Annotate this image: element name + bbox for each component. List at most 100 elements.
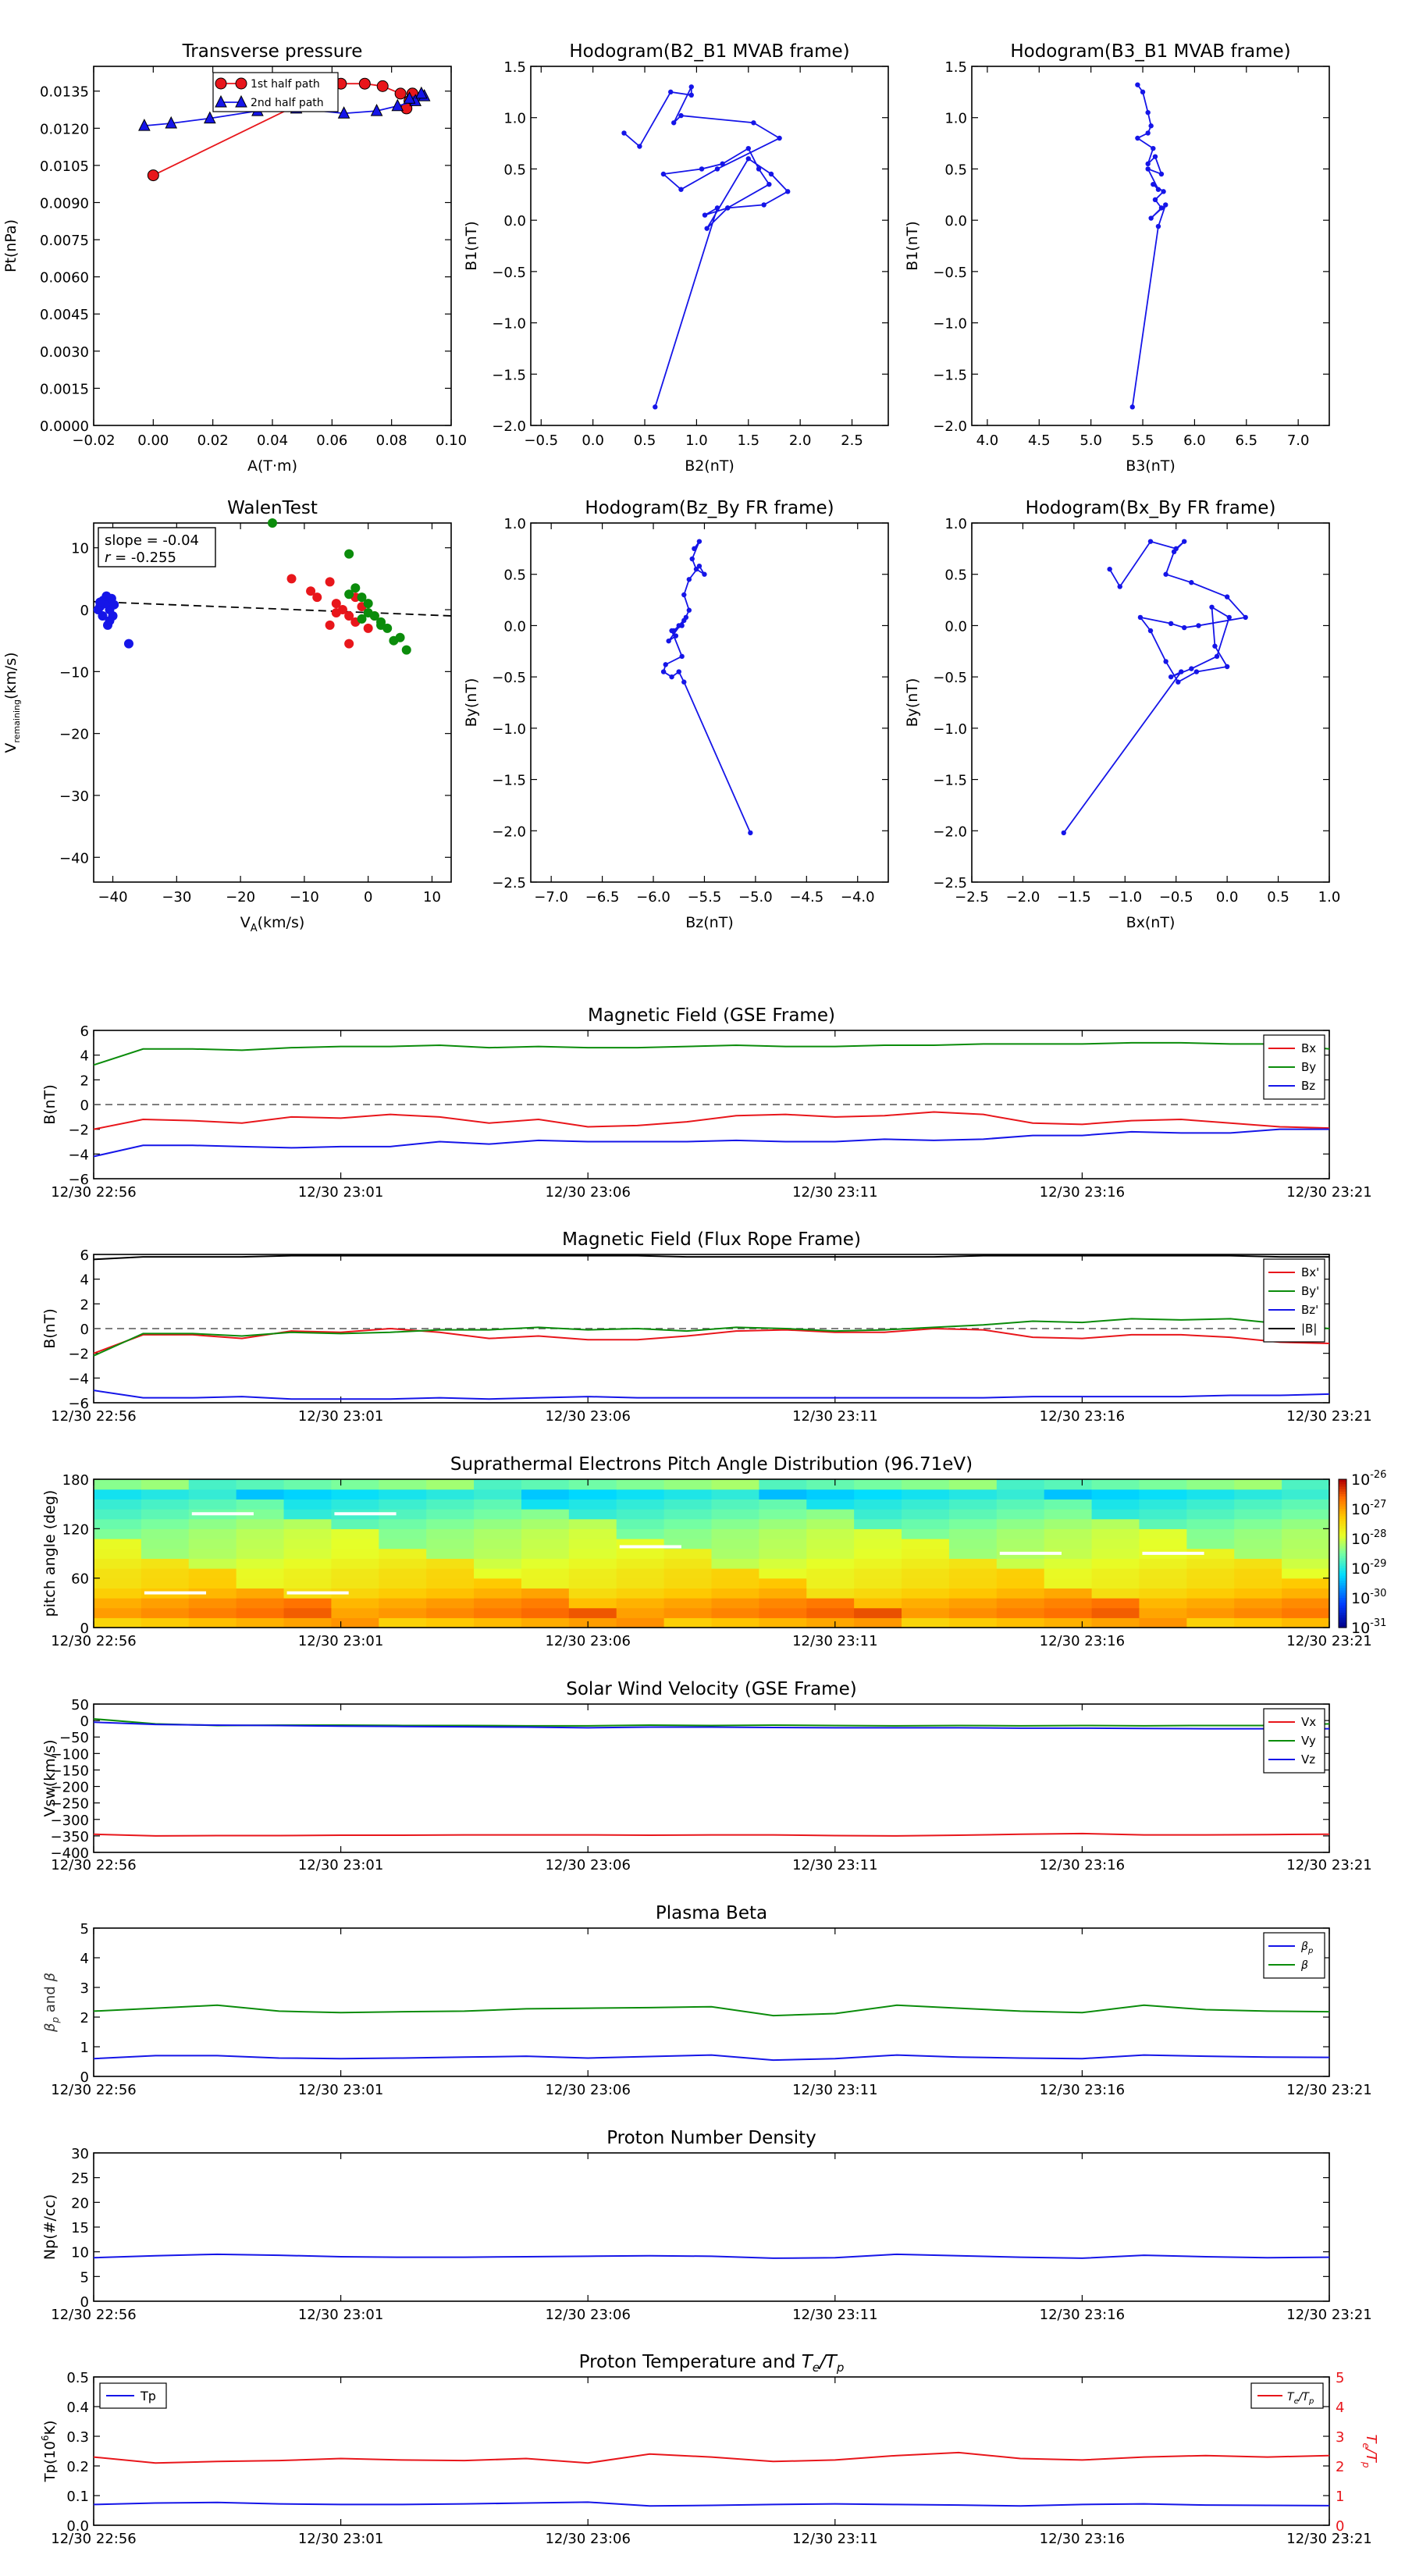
heatmap-cell bbox=[379, 1479, 427, 1490]
marker-dot bbox=[676, 623, 681, 628]
heatmap-cell bbox=[854, 1588, 902, 1599]
heatmap-cell bbox=[1282, 1548, 1330, 1559]
chart-pad: Suprathermal Electrons Pitch Angle Distr… bbox=[41, 1454, 1386, 1649]
heatmap-cell bbox=[902, 1588, 950, 1599]
y-tick-label: 0.0120 bbox=[40, 121, 89, 137]
heatmap-cell bbox=[1234, 1578, 1282, 1589]
y-tick-label: 4 bbox=[80, 1272, 89, 1289]
x-tick-label: 12/30 23:01 bbox=[298, 1857, 383, 1873]
heatmap-cell bbox=[854, 1568, 902, 1579]
y-axis-label: Tp(106K) bbox=[40, 2421, 59, 2483]
scatter-point bbox=[344, 589, 354, 600]
heatmap-cell bbox=[94, 1568, 142, 1579]
marker-dot bbox=[704, 226, 710, 231]
heatmap-cell bbox=[759, 1578, 807, 1589]
heatmap-cell bbox=[854, 1479, 902, 1490]
y-tick-label: 4 bbox=[80, 1048, 89, 1065]
x-tick-label: 12/30 22:56 bbox=[51, 1408, 136, 1425]
marker-dot bbox=[1214, 653, 1220, 660]
heatmap-cell bbox=[854, 1598, 902, 1609]
chart-title: WalenTest bbox=[227, 498, 318, 518]
heatmap-cell bbox=[94, 1518, 142, 1529]
heatmap-cell bbox=[1044, 1558, 1093, 1569]
heatmap-cell bbox=[140, 1518, 190, 1529]
heatmap-cell bbox=[616, 1528, 665, 1539]
heatmap-cell bbox=[948, 1479, 998, 1490]
y-tick-label: 0.0 bbox=[944, 213, 967, 229]
heatmap-cell bbox=[948, 1489, 998, 1500]
series-line bbox=[623, 86, 789, 407]
heatmap-cell bbox=[663, 1479, 713, 1490]
marker-dot bbox=[669, 674, 674, 680]
heatmap-cell bbox=[188, 1607, 237, 1618]
heatmap-cell bbox=[1044, 1479, 1093, 1490]
heatmap-cell bbox=[188, 1518, 237, 1529]
y-tick-label: −350 bbox=[51, 1829, 89, 1845]
y-label-unit: K) bbox=[42, 2421, 59, 2435]
heatmap-cell bbox=[1139, 1518, 1187, 1529]
marker-dot bbox=[660, 669, 667, 674]
heatmap-cell bbox=[1234, 1558, 1282, 1569]
heatmap-cell bbox=[568, 1479, 617, 1490]
marker-dot bbox=[1171, 549, 1177, 554]
chart-walen: WalenTest −40 −30 −20 −10 0 10 −40 −30 −20 −10 0 10 V… bbox=[2, 498, 452, 934]
heatmap-cell bbox=[188, 1558, 237, 1569]
x-tick-label: −1.5 bbox=[1057, 889, 1091, 906]
heatmap-cell bbox=[283, 1499, 333, 1510]
x-tick-label: 0.02 bbox=[197, 432, 229, 449]
heatmap-cell bbox=[283, 1607, 333, 1618]
heatmap-cell bbox=[902, 1578, 950, 1589]
heatmap-gap bbox=[1142, 1551, 1204, 1555]
heatmap-cell bbox=[711, 1598, 759, 1609]
heatmap-cell bbox=[663, 1509, 713, 1520]
colorbar-tick-exp: -30 bbox=[1370, 1588, 1386, 1599]
x-tick-label: −5.5 bbox=[688, 889, 722, 906]
heatmap-cell bbox=[1139, 1499, 1187, 1510]
marker-dot bbox=[1145, 161, 1151, 167]
legend-label: Vx bbox=[1301, 1715, 1316, 1729]
heatmap-cell bbox=[1091, 1578, 1140, 1589]
scatter-point bbox=[268, 518, 277, 528]
heatmap-cell bbox=[1044, 1617, 1093, 1628]
heatmap-cell bbox=[331, 1528, 379, 1539]
x-tick-label: 0.5 bbox=[634, 432, 656, 449]
x-tick-label: 12/30 23:16 bbox=[1040, 1633, 1125, 1649]
marker-dot bbox=[1168, 621, 1174, 626]
marker-dot bbox=[1061, 830, 1066, 836]
chart-title: Hodogram(B2_B1 MVAB frame) bbox=[569, 41, 849, 62]
x-tick-label: 12/30 23:21 bbox=[1286, 2307, 1371, 2323]
heatmap-cell bbox=[663, 1568, 713, 1579]
heatmap-cell bbox=[1044, 1598, 1093, 1609]
heatmap-cell bbox=[1139, 1617, 1187, 1628]
marker-dot bbox=[621, 130, 627, 136]
series-Te/Tp bbox=[93, 2451, 1330, 2464]
colorbar-tick: 10-27 bbox=[1351, 1499, 1386, 1518]
heatmap-cell bbox=[521, 1499, 570, 1510]
x-tick-label: 12/30 23:01 bbox=[298, 2307, 383, 2323]
heatmap-cell bbox=[1234, 1568, 1282, 1579]
heatmap-cell bbox=[568, 1539, 617, 1550]
heatmap-cell bbox=[521, 1489, 570, 1500]
chart-hodo_b2b1: Hodogram(B2_B1 MVAB frame) −2.0 −1.5 −1.0 −0… bbox=[463, 41, 889, 475]
colorbar-tick-exp: -26 bbox=[1370, 1469, 1386, 1481]
legend-label: By bbox=[1301, 1060, 1316, 1074]
heatmap-cell bbox=[94, 1598, 142, 1609]
heatmap-cell bbox=[283, 1617, 333, 1628]
y-tick-label: 0.0135 bbox=[40, 84, 89, 101]
heatmap-cell bbox=[94, 1548, 142, 1559]
heatmap-cell bbox=[1044, 1489, 1093, 1500]
y-label-and: and bbox=[42, 1982, 59, 2017]
chart-title: Hodogram(B3_B1 MVAB frame) bbox=[1010, 41, 1290, 62]
heatmap-cell bbox=[806, 1518, 855, 1529]
heatmap-cell bbox=[806, 1548, 855, 1559]
y-tick-label: 0.0060 bbox=[40, 270, 89, 286]
heatmap-cell bbox=[521, 1548, 570, 1559]
colorbar-tick-exp: -29 bbox=[1370, 1558, 1386, 1570]
heatmap-cell bbox=[1186, 1518, 1235, 1529]
marker-dot bbox=[678, 112, 684, 119]
heatmap-cell bbox=[948, 1548, 998, 1559]
heatmap-cell bbox=[140, 1509, 190, 1520]
series-0 bbox=[93, 2253, 1330, 2259]
heatmap-cell bbox=[331, 1499, 379, 1510]
y-tick-label: 0.0090 bbox=[40, 195, 89, 212]
